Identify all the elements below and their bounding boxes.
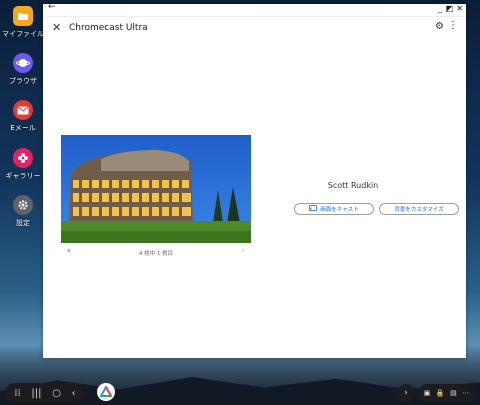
google-home-app-icon[interactable] <box>97 383 115 401</box>
lock-icon[interactable]: 🔒 <box>436 389 445 397</box>
taskbar-status-group: ▣ 🔒 ▤ ⋯ <box>418 384 475 402</box>
cast-screen-label: 画面をキャスト <box>320 207 359 213</box>
desktop-icon-myfiles[interactable]: マイファイル <box>0 6 46 39</box>
home-icon[interactable]: ○ <box>52 388 61 399</box>
cast-icon <box>309 205 318 213</box>
more-options-icon[interactable]: ⋮ <box>448 20 458 31</box>
customize-background-label: 背景をカスタマイズ <box>394 207 444 213</box>
app-header: ✕ Chromecast Ultra ⚙ ⋮ <box>43 17 466 39</box>
window-titlebar: ← _ ◩ ✕ <box>43 2 466 17</box>
close-icon[interactable]: ✕ <box>52 21 61 34</box>
taskbar-expand-icon[interactable]: › <box>397 384 415 402</box>
desktop-icon-label: マイファイル <box>2 30 44 38</box>
desktop-icon-browser[interactable]: ブラウザ <box>0 53 46 86</box>
desktop-icon-gallery[interactable]: ギャラリー <box>0 148 46 181</box>
window-icon[interactable]: ▤ <box>450 389 457 397</box>
taskbar: ⁞⁞ ||| ○ ‹ › ▣ 🔒 ▤ ⋯ <box>0 383 480 405</box>
close-window-icon[interactable]: ✕ <box>456 4 463 13</box>
folder-icon <box>13 6 33 26</box>
back-arrow-icon[interactable]: ← <box>48 2 56 12</box>
next-arrow-icon[interactable]: › <box>241 246 245 256</box>
app-drawer-icon[interactable]: ⁞⁞ <box>14 388 20 399</box>
back-icon[interactable]: ‹ <box>72 388 76 399</box>
desktop-icon-label: Eメール <box>10 124 36 132</box>
settings-gear-icon[interactable]: ⚙ <box>435 21 444 32</box>
maximize-icon[interactable]: ◩ <box>445 4 453 13</box>
planet-icon <box>13 53 33 73</box>
more-icon[interactable]: ⋯ <box>462 389 469 397</box>
photo-author: Scott Rudkin <box>327 181 379 190</box>
page-title: Chromecast Ultra <box>69 23 148 33</box>
desktop-icon-email[interactable]: Eメール <box>0 100 46 133</box>
recents-icon[interactable]: ||| <box>31 388 41 399</box>
cast-screen-button[interactable]: 画面をキャスト <box>294 203 374 215</box>
desktop-icon-label: ブラウザ <box>9 77 37 85</box>
screenshot-icon[interactable]: ▣ <box>424 389 431 397</box>
gear-icon <box>13 195 33 215</box>
flower-icon <box>13 148 33 168</box>
taskbar-nav-group: ⁞⁞ ||| ○ ‹ <box>5 383 85 403</box>
minimize-icon[interactable]: _ <box>438 4 442 13</box>
background-photo <box>61 135 251 243</box>
customize-background-button[interactable]: 背景をカスタマイズ <box>379 203 459 215</box>
app-window: ← _ ◩ ✕ ✕ Chromecast Ultra ⚙ ⋮ ‹ 4 枚中 1 … <box>43 2 466 358</box>
desktop-icon-label: ギャラリー <box>5 172 41 180</box>
mail-icon <box>13 100 33 120</box>
photo-counter: 4 枚中 1 枚目 <box>138 251 174 257</box>
photo-carousel: ‹ 4 枚中 1 枚目 › <box>61 246 251 258</box>
desktop-icon-settings[interactable]: 設定 <box>0 195 46 228</box>
desktop-icon-label: 設定 <box>16 219 30 227</box>
